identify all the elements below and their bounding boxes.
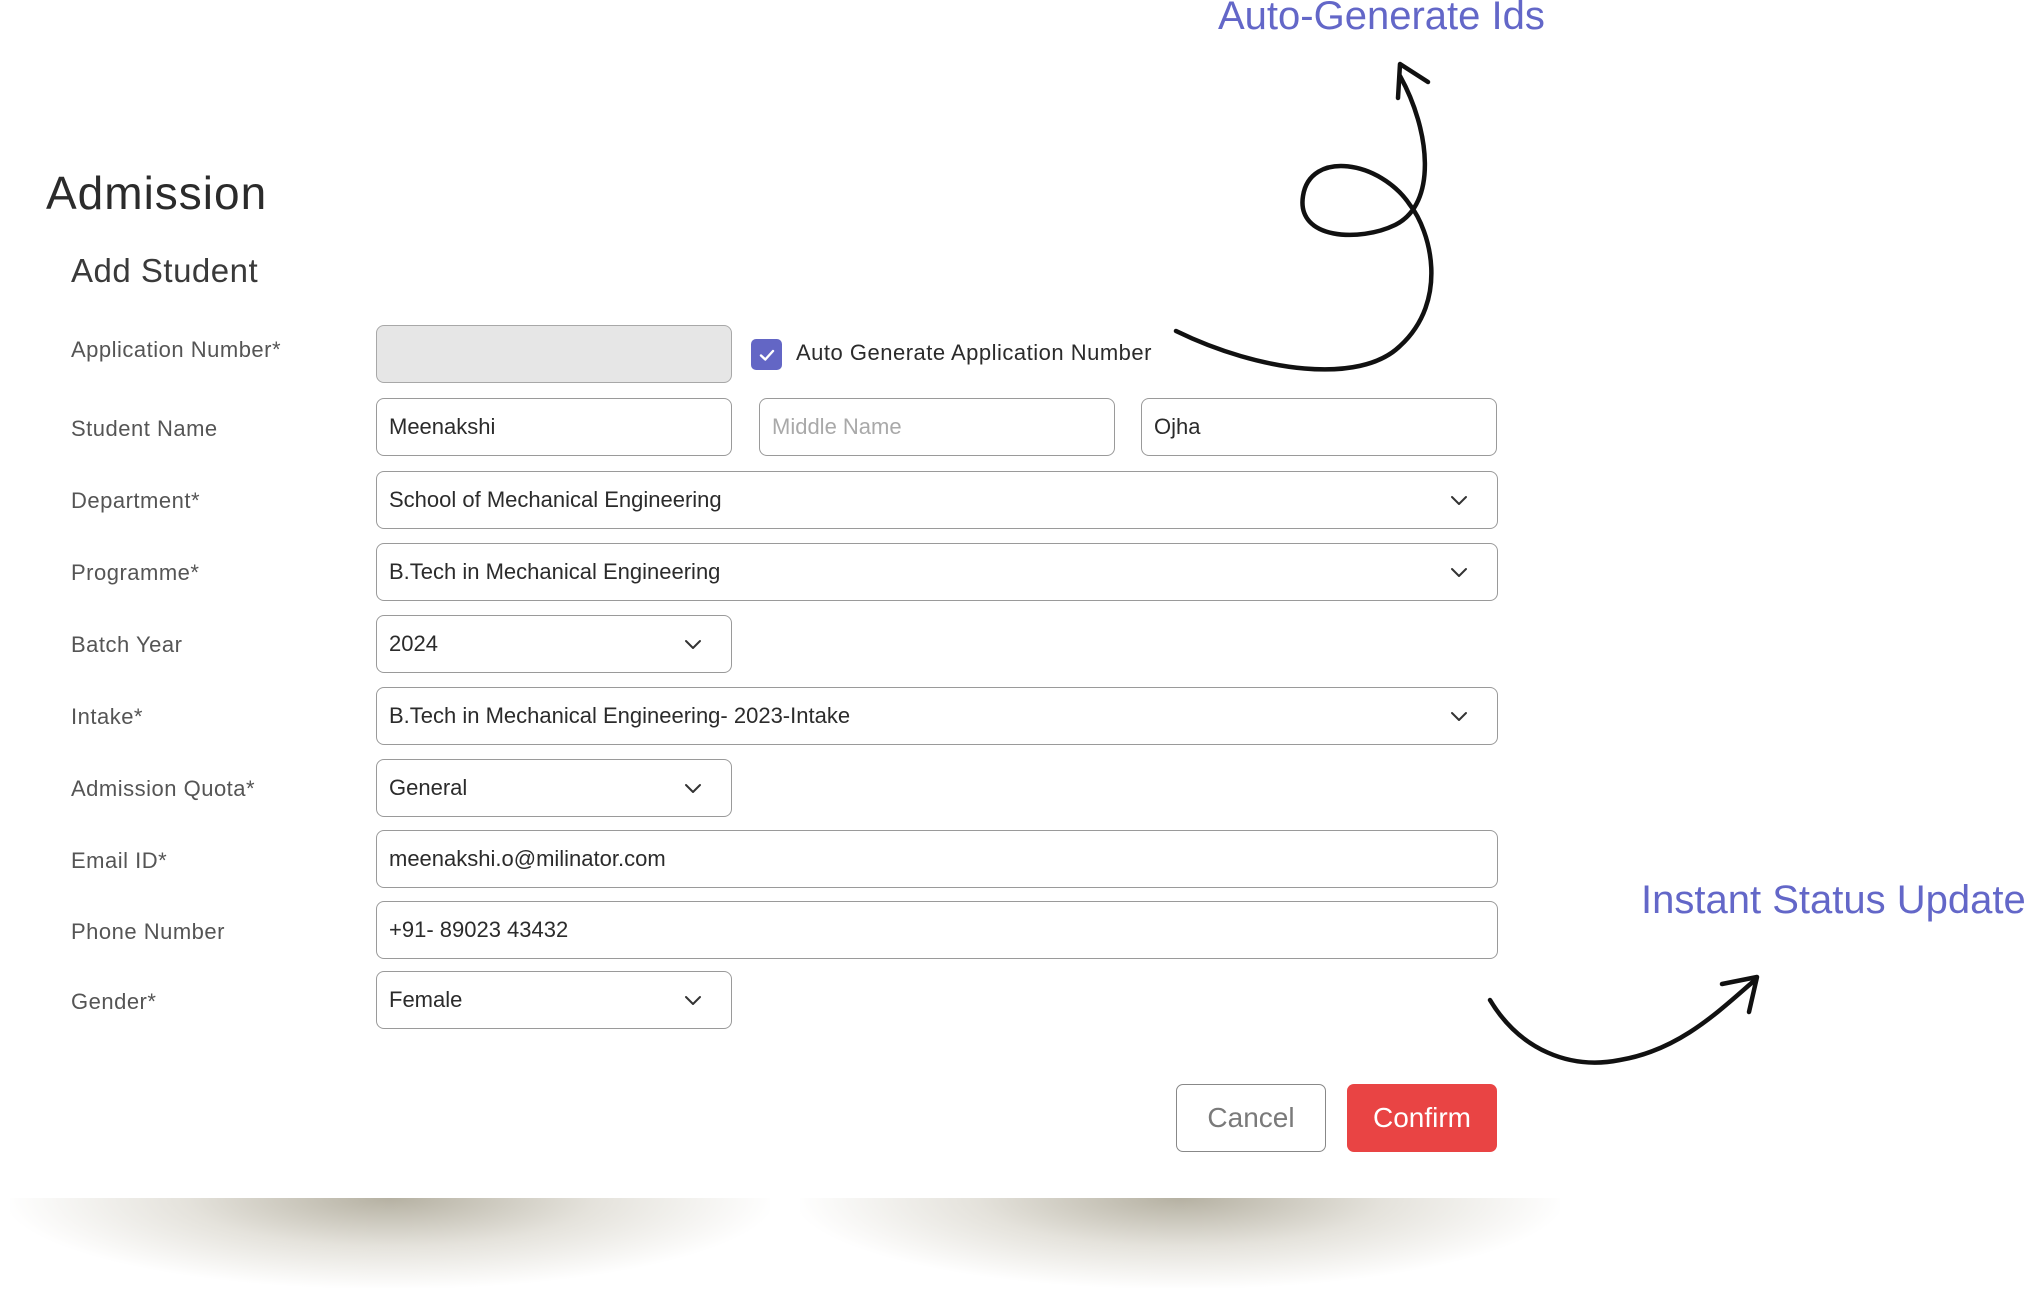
curve-arrow-icon	[1487, 977, 1758, 1065]
loop-arrow-icon	[1173, 73, 1434, 372]
annotation-arrows	[1173, 61, 1760, 1065]
